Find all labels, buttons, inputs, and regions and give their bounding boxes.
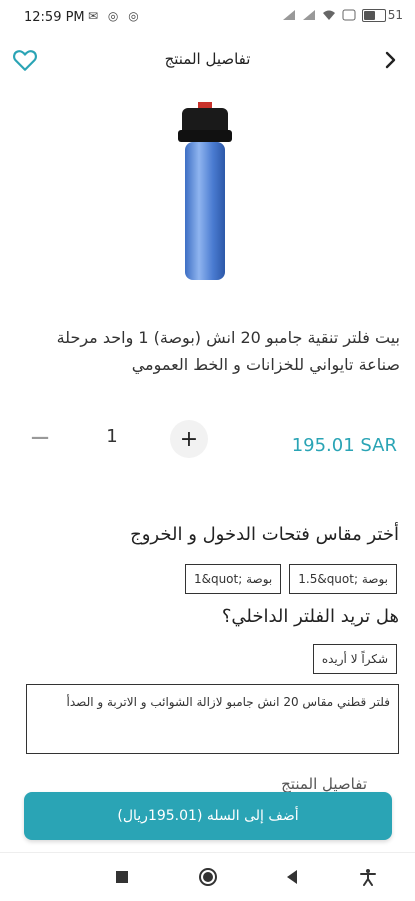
size-option-title: أختر مقاس فتحات الدخول و الخروج <box>130 524 399 545</box>
back-triangle-icon[interactable] <box>280 865 304 889</box>
filter-option[interactable]: شكراً لا أريده <box>312 644 397 674</box>
filter-option-description[interactable]: فلتر قطني مقاس 20 انش جامبو لازالة الشوا… <box>26 684 399 754</box>
quantity-stepper: − 1 + <box>22 420 212 460</box>
circle-icon[interactable] <box>196 865 220 889</box>
size-option[interactable]: 1.5&quot; بوصة <box>289 564 397 594</box>
size-options: 1.5&quot; بوصة 1&quot; بوصة <box>184 564 397 594</box>
page-title: تفاصيل المنتج <box>164 50 251 68</box>
details-section-title: تفاصيل المنتج <box>281 775 367 793</box>
notification-icons: ✉ ◎ ◎ <box>88 9 142 23</box>
accessibility-icon[interactable] <box>356 865 380 889</box>
product-image <box>178 102 232 280</box>
app-icon: ◎ <box>128 9 142 23</box>
status-bar: 12:59 PM ✉ ◎ ◎ 51 <box>0 0 415 36</box>
decrement-button[interactable]: − <box>22 420 58 456</box>
battery-indicator: 51 <box>361 8 403 22</box>
increment-button[interactable]: + <box>170 420 208 458</box>
product-title: بيت فلتر تنقية جامبو 20 انش (بوصة) 1 واح… <box>56 328 400 374</box>
app-icon: ◎ <box>107 9 122 23</box>
signal-icon <box>302 10 315 20</box>
status-time: 12:59 PM <box>24 10 85 25</box>
square-icon[interactable] <box>110 865 134 889</box>
battery-text: 51 <box>387 8 403 22</box>
mail-icon: ✉ <box>88 9 102 23</box>
add-to-cart-button[interactable]: أضف إلى السله (195.01ريال) <box>24 792 392 840</box>
quantity-value: 1 <box>106 426 118 447</box>
status-indicators: 51 <box>282 8 403 22</box>
battery-icon <box>361 8 386 22</box>
size-option[interactable]: 1&quot; بوصة <box>184 564 282 594</box>
system-nav-bar <box>0 852 415 901</box>
wifi-icon <box>322 10 335 20</box>
filter-option-title: هل تريد الفلتر الداخلي؟ <box>221 606 399 627</box>
signal-icon <box>282 10 295 20</box>
data-icon <box>342 9 356 21</box>
filter-options: شكراً لا أريده <box>312 644 397 674</box>
product-price: 195.01 SAR <box>291 435 397 456</box>
app-header: تفاصيل المنتج <box>0 40 415 80</box>
chevron-right-icon[interactable] <box>381 48 401 72</box>
